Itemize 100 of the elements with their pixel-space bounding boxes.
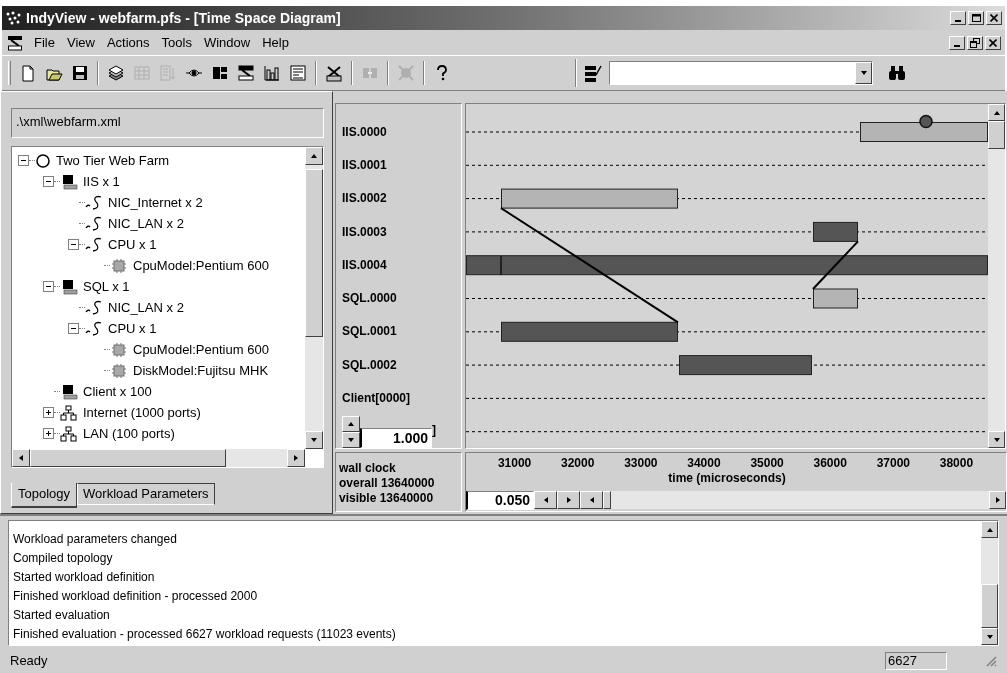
axis-tick-label: 31000 <box>496 456 533 471</box>
panel-tab[interactable]: Topology <box>11 483 78 508</box>
collapse-button[interactable] <box>43 281 54 292</box>
new-document-icon <box>19 64 37 82</box>
binoculars-icon[interactable] <box>887 65 907 81</box>
computer-icon <box>60 383 78 400</box>
event-marker <box>919 114 933 129</box>
scrollbar-thumb[interactable] <box>603 491 611 509</box>
axis-tick-label: 33000 <box>623 456 659 471</box>
search-combo-box[interactable] <box>609 61 873 85</box>
scrollbar-thumb[interactable] <box>981 584 998 628</box>
bar-chart-icon <box>263 64 281 82</box>
tree-item[interactable]: SQL x 1 <box>83 280 130 293</box>
tree-item[interactable]: NIC_LAN x 2 <box>108 217 184 230</box>
right-arrow-icon <box>993 496 1002 504</box>
wave-icon <box>85 194 103 211</box>
scroll-right-button[interactable] <box>989 491 1006 509</box>
down-arrow-icon <box>310 436 318 444</box>
scale-field[interactable]: 0.050 <box>466 490 534 510</box>
time-bar <box>813 221 858 242</box>
axis-title: time (microseconds) <box>668 471 786 486</box>
tree-item[interactable]: CpuModel:Pentium 600 <box>133 259 269 272</box>
scrollbar-thumb[interactable] <box>30 449 226 467</box>
minus-icon <box>20 157 27 164</box>
scroll-up-button[interactable] <box>981 521 998 538</box>
axis-tick-label: 37000 <box>875 456 911 471</box>
scroll-right-button[interactable] <box>287 449 305 467</box>
dropdown-button[interactable] <box>855 62 872 84</box>
down-arrow-icon <box>985 632 994 641</box>
tree-item[interactable]: DiskModel:Fujitsu MHK <box>133 364 269 377</box>
tree-item[interactable]: CpuModel:Pentium 600 <box>133 343 269 356</box>
lane-label: Client[0000] <box>342 390 411 407</box>
menu-item[interactable]: Tools <box>155 32 198 53</box>
maximize-icon <box>971 14 981 22</box>
minus-icon <box>70 241 77 248</box>
scrollbar-thumb[interactable] <box>305 169 323 337</box>
scroll-down-button[interactable] <box>988 431 1005 448</box>
collapse-button[interactable] <box>68 323 79 334</box>
scroll-up-button[interactable] <box>305 147 323 165</box>
tree-item[interactable]: NIC_LAN x 2 <box>108 301 184 314</box>
menu-item[interactable]: Help <box>256 32 295 53</box>
chip-icon <box>110 362 128 379</box>
collapse-button[interactable] <box>18 155 29 166</box>
horizontal-scrollbar[interactable] <box>12 449 305 467</box>
grid-icon <box>133 64 151 82</box>
plus-icon <box>45 430 52 437</box>
path-field[interactable]: .\xml\webfarm.xml <box>11 108 324 138</box>
menu-item[interactable]: Window <box>197 32 257 53</box>
scroll-up-button[interactable] <box>988 104 1005 121</box>
expand-button[interactable] <box>43 407 54 418</box>
panel-tab[interactable]: Workload Parameters <box>77 483 215 505</box>
collapse-button[interactable] <box>43 176 54 187</box>
vertical-scrollbar[interactable] <box>988 104 1005 448</box>
expand-button[interactable] <box>43 428 54 439</box>
menu-item[interactable]: File <box>28 32 61 53</box>
close-button[interactable] <box>985 35 1001 50</box>
tree-item[interactable]: NIC_Internet x 2 <box>108 196 203 209</box>
resize-grip-icon[interactable] <box>985 654 997 667</box>
scroll-up-button[interactable] <box>342 415 360 432</box>
menu-item[interactable]: Actions <box>100 32 156 53</box>
tree-item[interactable]: IIS x 1 <box>83 175 120 188</box>
circle-node-icon <box>35 152 51 169</box>
scrollbar-thumb[interactable] <box>988 121 1005 149</box>
wave-icon <box>85 215 103 232</box>
scroll-left-button[interactable] <box>534 491 557 509</box>
restore-button[interactable] <box>967 35 983 50</box>
axis-tick-label: 32000 <box>560 456 596 471</box>
tree-item[interactable]: Internet (1000 ports) <box>83 406 201 419</box>
log-line: Started evaluation <box>13 607 111 624</box>
lane-label: ] <box>432 421 436 439</box>
tree-item[interactable]: CPU x 1 <box>108 238 157 251</box>
collapse-button[interactable] <box>68 239 79 250</box>
tree-item[interactable]: LAN (100 ports) <box>83 427 175 440</box>
document-menu-icon[interactable] <box>6 34 24 51</box>
minimize-icon <box>954 44 960 47</box>
scroll-down-button[interactable] <box>981 628 998 645</box>
clock-info-text: overall 13640000 <box>339 476 436 491</box>
scroll-left-button[interactable] <box>580 491 603 509</box>
vertical-scrollbar[interactable] <box>981 521 998 645</box>
maximize-button[interactable] <box>968 11 984 25</box>
menu-item[interactable]: View <box>60 32 101 53</box>
lane-label: IIS.0001 <box>342 156 387 174</box>
clock-info-text: visible 13640000 <box>339 491 435 506</box>
minimize-button[interactable] <box>949 35 965 50</box>
tree-item[interactable]: Client x 100 <box>83 385 152 398</box>
up-arrow-icon <box>310 152 318 160</box>
chip-icon <box>110 257 128 274</box>
close-button[interactable] <box>986 11 1002 25</box>
tree-item[interactable]: CPU x 1 <box>108 322 157 335</box>
tree-item[interactable]: Two Tier Web Farm <box>56 154 170 167</box>
scroll-right-button[interactable] <box>557 491 580 509</box>
scroll-left-button[interactable] <box>12 449 30 467</box>
zoom-field[interactable]: 1.000 <box>360 427 432 448</box>
vertical-scrollbar[interactable] <box>305 147 323 449</box>
minimize-button[interactable] <box>950 11 966 25</box>
minus-icon <box>45 283 52 290</box>
scroll-down-button[interactable] <box>305 431 323 449</box>
chip-icon <box>110 341 128 358</box>
clock-info-text: wall clock <box>339 461 397 476</box>
list-edit-icon[interactable] <box>583 63 603 83</box>
